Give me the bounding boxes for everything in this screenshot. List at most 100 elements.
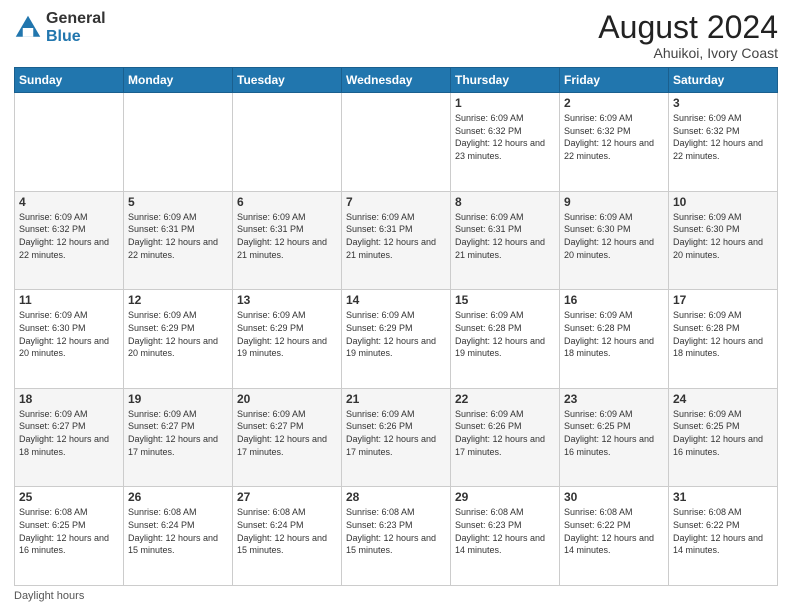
day-number: 14 <box>346 293 446 307</box>
calendar-cell: 2Sunrise: 6:09 AM Sunset: 6:32 PM Daylig… <box>560 93 669 192</box>
day-info: Sunrise: 6:09 AM Sunset: 6:28 PM Dayligh… <box>564 309 664 359</box>
col-tuesday: Tuesday <box>233 68 342 93</box>
day-info: Sunrise: 6:09 AM Sunset: 6:31 PM Dayligh… <box>128 211 228 261</box>
calendar-cell <box>233 93 342 192</box>
day-number: 9 <box>564 195 664 209</box>
calendar-cell: 4Sunrise: 6:09 AM Sunset: 6:32 PM Daylig… <box>15 191 124 290</box>
page: General Blue August 2024 Ahuikoi, Ivory … <box>0 0 792 612</box>
day-number: 1 <box>455 96 555 110</box>
day-number: 25 <box>19 490 119 504</box>
calendar-cell: 26 Sunrise: 6:08 AM Sunset: 6:24 PM Dayli… <box>124 487 233 586</box>
calendar-cell: 7 Sunrise: 6:09 AM Sunset: 6:31 PM Daylig… <box>342 191 451 290</box>
calendar-week-1: 1 Sunrise: 6:09 AM Sunset: 6:32 PM Daylig… <box>15 93 778 192</box>
day-number: 22 <box>455 392 555 406</box>
calendar-cell: 22 Sunrise: 6:09 AM Sunset: 6:26 PM Dayli… <box>451 388 560 487</box>
day-number: 3 <box>673 96 773 110</box>
calendar-cell: 9Sunrise: 6:09 AM Sunset: 6:30 PM Daylig… <box>560 191 669 290</box>
day-info: Sunrise: 6:08 AM Sunset: 6:22 PM Dayligh… <box>673 506 773 556</box>
day-info: Sunrise: 6:08 AM Sunset: 6:24 PM Dayligh… <box>128 506 228 556</box>
day-info: Sunrise: 6:09 AM Sunset: 6:25 PM Dayligh… <box>564 408 664 458</box>
logo-icon <box>14 14 42 42</box>
calendar-cell: 16 Sunrise: 6:09 AM Sunset: 6:28 PM Dayli… <box>560 290 669 389</box>
day-number: 21 <box>346 392 446 406</box>
day-number: 28 <box>346 490 446 504</box>
day-info: Sunrise: 6:09 AM Sunset: 6:32 PM Dayligh… <box>673 112 773 162</box>
day-number: 11 <box>19 293 119 307</box>
calendar-cell: 17 Sunrise: 6:09 AM Sunset: 6:28 PM Dayli… <box>669 290 778 389</box>
day-info: Sunrise: 6:09 AM Sunset: 6:31 PM Dayligh… <box>346 211 446 261</box>
header-row: Sunday Monday Tuesday Wednesday Thursday… <box>15 68 778 93</box>
col-friday: Friday <box>560 68 669 93</box>
day-number: 15 <box>455 293 555 307</box>
calendar-cell: 27 Sunrise: 6:08 AM Sunset: 6:24 PM Dayli… <box>233 487 342 586</box>
calendar-cell: 30 Sunrise: 6:08 AM Sunset: 6:22 PM Dayli… <box>560 487 669 586</box>
calendar-cell: 28 Sunrise: 6:08 AM Sunset: 6:23 PM Dayli… <box>342 487 451 586</box>
calendar-cell: 23 Sunrise: 6:09 AM Sunset: 6:25 PM Dayli… <box>560 388 669 487</box>
day-info: Sunrise: 6:09 AM Sunset: 6:31 PM Dayligh… <box>455 211 555 261</box>
day-number: 31 <box>673 490 773 504</box>
daylight-label: Daylight hours <box>14 590 84 602</box>
day-number: 19 <box>128 392 228 406</box>
calendar-cell: 18 Sunrise: 6:09 AM Sunset: 6:27 PM Dayli… <box>15 388 124 487</box>
day-number: 29 <box>455 490 555 504</box>
day-info: Sunrise: 6:09 AM Sunset: 6:28 PM Dayligh… <box>673 309 773 359</box>
calendar-cell: 14 Sunrise: 6:09 AM Sunset: 6:29 PM Dayli… <box>342 290 451 389</box>
calendar-table: Sunday Monday Tuesday Wednesday Thursday… <box>14 67 778 586</box>
day-info: Sunrise: 6:09 AM Sunset: 6:32 PM Dayligh… <box>19 211 119 261</box>
day-number: 30 <box>564 490 664 504</box>
day-number: 23 <box>564 392 664 406</box>
calendar-cell: 10Sunrise: 6:09 AM Sunset: 6:30 PM Dayli… <box>669 191 778 290</box>
calendar-cell: 31 Sunrise: 6:08 AM Sunset: 6:22 PM Dayli… <box>669 487 778 586</box>
calendar-cell: 5Sunrise: 6:09 AM Sunset: 6:31 PM Daylig… <box>124 191 233 290</box>
day-info: Sunrise: 6:09 AM Sunset: 6:31 PM Dayligh… <box>237 211 337 261</box>
day-info: Sunrise: 6:09 AM Sunset: 6:26 PM Dayligh… <box>455 408 555 458</box>
day-number: 2 <box>564 96 664 110</box>
day-number: 26 <box>128 490 228 504</box>
calendar-cell: 6 Sunrise: 6:09 AM Sunset: 6:31 PM Daylig… <box>233 191 342 290</box>
day-number: 7 <box>346 195 446 209</box>
calendar-cell <box>124 93 233 192</box>
calendar-cell <box>342 93 451 192</box>
day-number: 18 <box>19 392 119 406</box>
day-info: Sunrise: 6:09 AM Sunset: 6:30 PM Dayligh… <box>19 309 119 359</box>
day-info: Sunrise: 6:09 AM Sunset: 6:29 PM Dayligh… <box>237 309 337 359</box>
calendar-week-5: 25 Sunrise: 6:08 AM Sunset: 6:25 PM Dayli… <box>15 487 778 586</box>
day-info: Sunrise: 6:08 AM Sunset: 6:25 PM Dayligh… <box>19 506 119 556</box>
col-saturday: Saturday <box>669 68 778 93</box>
logo: General Blue <box>14 10 106 45</box>
calendar-cell: 8 Sunrise: 6:09 AM Sunset: 6:31 PM Daylig… <box>451 191 560 290</box>
day-number: 20 <box>237 392 337 406</box>
day-number: 17 <box>673 293 773 307</box>
day-number: 27 <box>237 490 337 504</box>
day-info: Sunrise: 6:08 AM Sunset: 6:23 PM Dayligh… <box>346 506 446 556</box>
day-number: 10 <box>673 195 773 209</box>
day-info: Sunrise: 6:09 AM Sunset: 6:29 PM Dayligh… <box>346 309 446 359</box>
footer: Daylight hours <box>14 590 778 602</box>
calendar-cell: 21 Sunrise: 6:09 AM Sunset: 6:26 PM Dayli… <box>342 388 451 487</box>
day-number: 13 <box>237 293 337 307</box>
day-info: Sunrise: 6:08 AM Sunset: 6:22 PM Dayligh… <box>564 506 664 556</box>
logo-text: General Blue <box>46 10 106 45</box>
title-block: August 2024 Ahuikoi, Ivory Coast <box>598 10 778 61</box>
day-info: Sunrise: 6:08 AM Sunset: 6:24 PM Dayligh… <box>237 506 337 556</box>
day-info: Sunrise: 6:09 AM Sunset: 6:28 PM Dayligh… <box>455 309 555 359</box>
day-number: 12 <box>128 293 228 307</box>
day-number: 8 <box>455 195 555 209</box>
calendar-cell: 15 Sunrise: 6:09 AM Sunset: 6:28 PM Dayli… <box>451 290 560 389</box>
day-info: Sunrise: 6:09 AM Sunset: 6:25 PM Dayligh… <box>673 408 773 458</box>
day-number: 6 <box>237 195 337 209</box>
calendar-cell: 11 Sunrise: 6:09 AM Sunset: 6:30 PM Dayli… <box>15 290 124 389</box>
calendar-cell: 29 Sunrise: 6:08 AM Sunset: 6:23 PM Dayli… <box>451 487 560 586</box>
calendar-cell: 12Sunrise: 6:09 AM Sunset: 6:29 PM Dayli… <box>124 290 233 389</box>
day-info: Sunrise: 6:08 AM Sunset: 6:23 PM Dayligh… <box>455 506 555 556</box>
col-monday: Monday <box>124 68 233 93</box>
day-number: 16 <box>564 293 664 307</box>
calendar-cell <box>15 93 124 192</box>
day-info: Sunrise: 6:09 AM Sunset: 6:26 PM Dayligh… <box>346 408 446 458</box>
day-info: Sunrise: 6:09 AM Sunset: 6:27 PM Dayligh… <box>19 408 119 458</box>
calendar-cell: 1Sunrise: 6:09 AM Sunset: 6:32 PM Daylig… <box>451 93 560 192</box>
month-year: August 2024 <box>598 10 778 45</box>
calendar-cell: 3 Sunrise: 6:09 AM Sunset: 6:32 PM Daylig… <box>669 93 778 192</box>
location: Ahuikoi, Ivory Coast <box>598 45 778 61</box>
col-wednesday: Wednesday <box>342 68 451 93</box>
